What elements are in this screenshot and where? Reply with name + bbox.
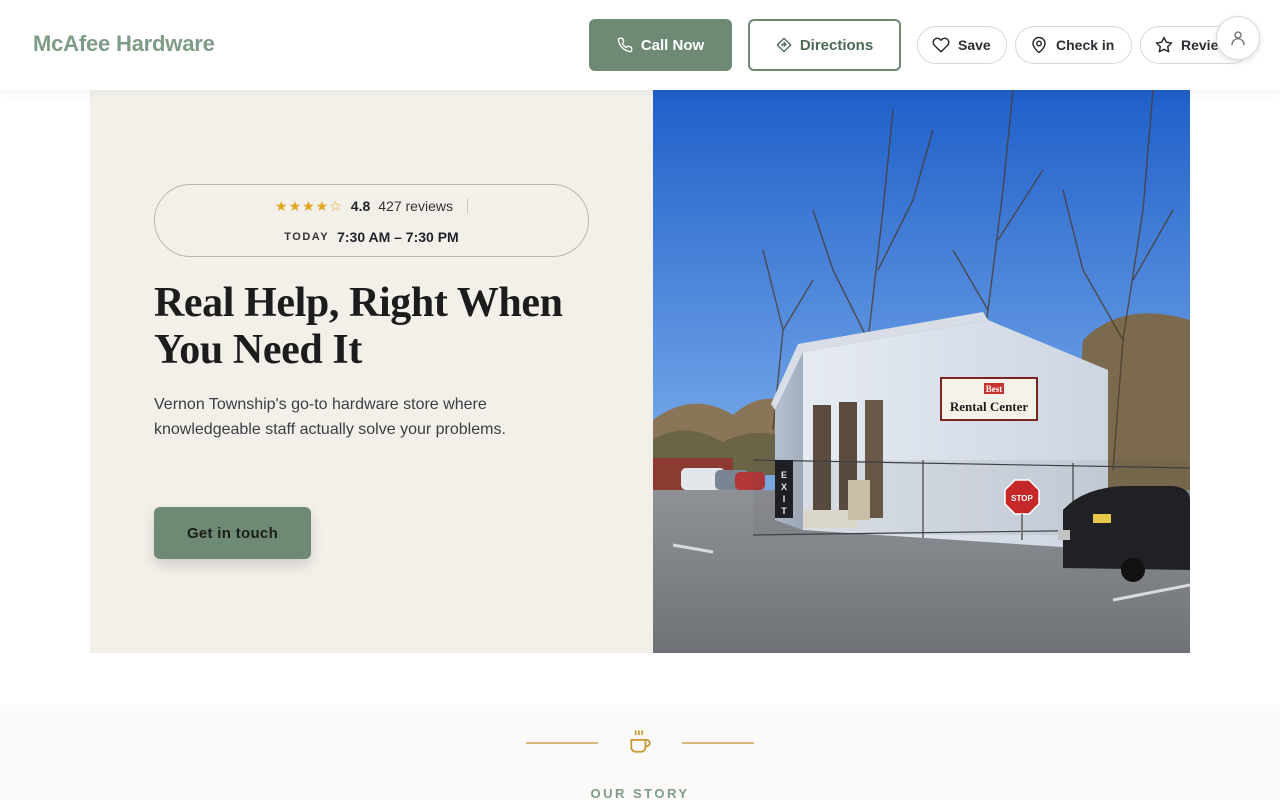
get-in-touch-button[interactable]: Get in touch	[154, 507, 311, 559]
rating-stars: ★★★★☆	[275, 197, 343, 214]
hours-row: TODAY 7:30 AM – 7:30 PM	[155, 227, 588, 247]
divider	[466, 199, 468, 213]
star-icon	[1155, 36, 1173, 54]
directions-label: Directions	[799, 36, 874, 54]
user-icon	[1229, 29, 1247, 47]
today-label: TODAY	[284, 231, 330, 243]
stop-sign-text: STOP	[1011, 494, 1033, 503]
hero-headline: Real Help, Right When You Need It	[154, 280, 563, 373]
save-label: Save	[958, 37, 991, 53]
rating-value: 4.8	[350, 198, 371, 214]
storefront-photo: Best Rental Center E X I T STOP	[653, 90, 1190, 653]
directions-icon	[776, 37, 792, 53]
coffee-cup-icon	[627, 729, 653, 755]
section-eyebrow: OUR STORY	[590, 786, 690, 801]
map-pin-icon	[1030, 36, 1048, 54]
story-divider-left	[526, 742, 598, 744]
check-in-button[interactable]: Check in	[1015, 26, 1132, 64]
save-button[interactable]: Save	[917, 26, 1007, 64]
svg-text:I: I	[783, 494, 786, 504]
review-count[interactable]: 427 reviews	[378, 198, 453, 214]
hero-subtext: Vernon Township's go-to hardware store w…	[154, 396, 506, 438]
svg-text:X: X	[781, 482, 787, 492]
heart-icon	[932, 36, 950, 54]
sign-brand-text: Best	[986, 384, 1003, 394]
call-now-button[interactable]: Call Now	[589, 19, 732, 71]
site-header: McAfee Hardware Call Now Directions Save	[0, 0, 1280, 90]
sign-rental-text: Rental Center	[950, 399, 1029, 414]
our-story-section: OUR STORY	[0, 705, 1280, 801]
call-now-label: Call Now	[640, 36, 705, 54]
directions-button[interactable]: Directions	[748, 19, 901, 71]
account-button[interactable]	[1216, 16, 1260, 60]
hours-value: 7:30 AM – 7:30 PM	[337, 229, 459, 245]
hero-panel: ★★★★☆ 4.8 427 reviews TODAY 7:30 AM – 7:…	[90, 90, 653, 653]
brand-logo[interactable]: McAfee Hardware	[33, 31, 215, 57]
rating-row: ★★★★☆ 4.8 427 reviews	[155, 196, 588, 216]
check-in-label: Check in	[1056, 37, 1115, 53]
story-divider-right	[682, 742, 754, 744]
svg-text:T: T	[781, 506, 787, 516]
svg-text:E: E	[781, 470, 787, 480]
phone-icon	[617, 37, 633, 53]
rating-hours-card: ★★★★☆ 4.8 427 reviews TODAY 7:30 AM – 7:…	[154, 184, 589, 257]
